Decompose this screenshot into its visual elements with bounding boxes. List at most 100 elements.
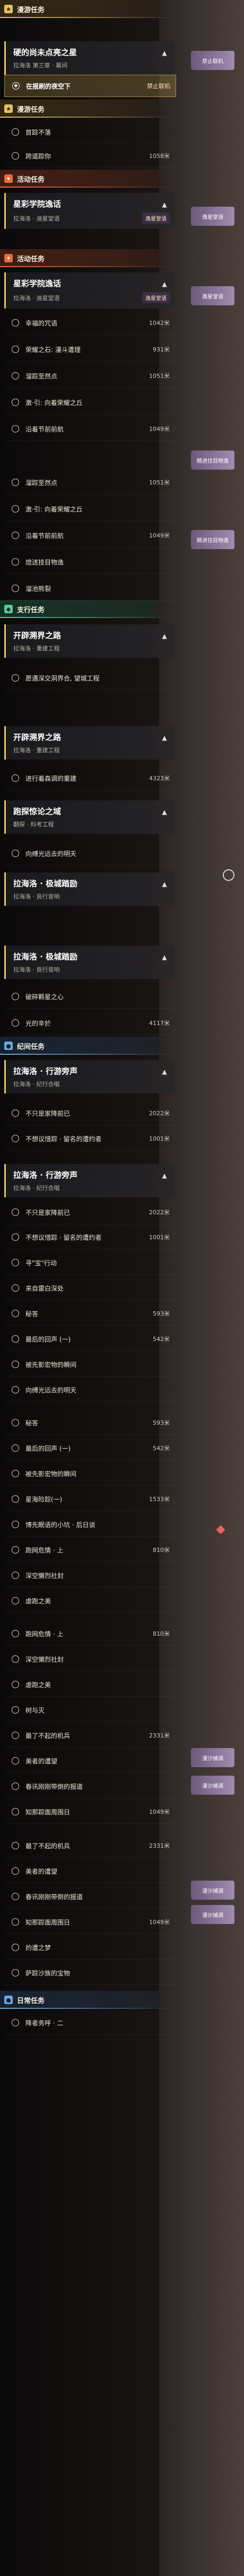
quest-step[interactable]: 首踪不落 [4, 120, 175, 144]
quest-row: 秘答 593米 [0, 1411, 244, 1435]
collapse-chevron-icon[interactable]: ▲ [159, 279, 170, 289]
quest-step[interactable]: 不只是家降前已 2022米 [4, 1101, 175, 1125]
quest-meta-row: 拉海洛 · 重建工程 [13, 644, 170, 652]
step-label: 深空懒烈社封 [25, 1572, 64, 1580]
collapse-chevron-icon[interactable]: ▲ [159, 733, 170, 743]
side-reward-tag[interactable]: 漫沙捕调 [191, 1881, 234, 1900]
quest-step[interactable]: 溜池熊裂 [4, 577, 175, 601]
quest-step[interactable]: 被先影宏物的瞬间 [4, 1462, 175, 1486]
quest-card[interactable]: 星彩学院逸话 拉海洛 · 迪星堂语 逸星堂语 ▲ [4, 193, 175, 229]
quest-card[interactable]: 硬的尚未点亮之星 拉海洛 第三章 · 幕间 ▲ [4, 41, 175, 75]
quest-step[interactable]: 进行着森调的重建 4323米 [4, 766, 175, 790]
step-label: 溜踪至然点 [25, 372, 58, 380]
side-reward-tag[interactable]: 逸星堂语 [191, 286, 234, 305]
quest-step[interactable]: 春讯刚刚带倒的报道 [4, 1775, 175, 1798]
section-header[interactable]: ● 日常任务 [0, 1991, 244, 2009]
side-reward-tag[interactable]: 禁止联机 [191, 51, 234, 70]
quest-card[interactable]: 拉海洛 · 行游旁声 拉海洛 · 纪行合唱 ▲ [4, 1060, 175, 1093]
quest-card[interactable]: 拉海洛 · 极城踏励 拉海洛 · 良行音响 ▲ [4, 872, 175, 906]
collapse-chevron-icon[interactable]: ▲ [159, 48, 170, 58]
quest-card[interactable]: 拉海洛 · 行游旁声 拉海洛 · 纪行合唱 ▲ [4, 1164, 175, 1197]
section-header[interactable]: ✦ 活动任务 [0, 170, 244, 188]
quest-step[interactable]: 博先眠语的小坑 · 后日谈 [4, 1513, 175, 1537]
quest-step[interactable]: 向缚光远去的明天 [4, 842, 175, 866]
quest-step[interactable]: 激·引: 向着荣耀之丘 [4, 391, 175, 414]
collapse-chevron-icon[interactable]: ▲ [159, 807, 170, 817]
step-distance: 2331米 [149, 1732, 170, 1739]
quest-card[interactable]: 跑探惊论之域 翻探 · 科考工程 ▲ [4, 800, 175, 834]
quest-step[interactable]: 深空懒烈社封 [4, 1564, 175, 1587]
quest-step[interactable]: 不想议惜踪 · 留名的遭约者 1001米 [4, 1127, 175, 1151]
quest-step[interactable]: 秘答 593米 [4, 1411, 175, 1435]
quest-step[interactable]: 幸福的咒语 1042米 [4, 311, 175, 335]
quest-step[interactable]: 溜踪至然点 1051米 [4, 471, 175, 495]
quest-step[interactable]: 树与灭 [4, 1698, 175, 1722]
quest-step[interactable]: 沿着节前前航 1049米 [4, 417, 175, 441]
quest-card[interactable]: 开辟溯界之路 拉海洛 · 重建工程 ▲ [4, 726, 175, 760]
side-reward-tag[interactable]: 精进住目物逸 [191, 530, 234, 549]
quest-step[interactable]: 最后的回声 (一) 542米 [4, 1436, 175, 1460]
quest-step[interactable]: 美者的遭望 [4, 1859, 175, 1883]
side-reward-tag[interactable]: 精进住目物逸 [191, 451, 234, 470]
quest-step[interactable]: 来自雷白深处 [4, 1276, 175, 1300]
quest-step[interactable]: 沿着节前前航 1049米 [4, 524, 175, 548]
quest-step[interactable]: 最了不起的机兵 2331米 [4, 1724, 175, 1748]
quest-step[interactable]: 不想议惜踪 · 留名的遭约者 1001米 [4, 1225, 175, 1249]
collapse-chevron-icon[interactable]: ▲ [159, 952, 170, 963]
quest-card[interactable]: 拉海洛 · 极城踏励 拉海洛 · 良行音响 ▲ [4, 946, 175, 979]
quest-row: 降者务呼 · 二 [0, 2011, 244, 2035]
collapse-chevron-icon[interactable]: ▲ [159, 1170, 170, 1181]
step-label: 跨道踪你 [25, 152, 51, 160]
side-reward-tag[interactable]: 漫沙捕调 [191, 1748, 234, 1767]
quest-step[interactable]: 被先影宏物的瞬间 [4, 1353, 175, 1377]
quest-step[interactable]: 虐跑之美 [4, 1589, 175, 1613]
section-header[interactable]: ◆ 支行任务 [0, 600, 244, 618]
quest-step[interactable]: 跨道踪你 1058米 [4, 144, 175, 168]
quest-row: 不只是家降前已 2022米 [0, 1201, 244, 1224]
section-header[interactable]: ✦ 活动任务 [0, 249, 244, 267]
quest-step[interactable]: 激·引: 向着荣耀之丘 [4, 497, 175, 521]
quest-step[interactable]: 光的辛於 4117米 [4, 1011, 175, 1035]
quest-step[interactable]: 深空懒烈社封 [4, 1647, 175, 1671]
quest-step[interactable]: 的遭之梦 [4, 1936, 175, 1960]
quest-step[interactable]: 知那踪面周围日 1049米 [4, 1910, 175, 1934]
quest-step[interactable]: 愿遇深交洞界合, 望城工程 [4, 666, 175, 690]
section-header[interactable]: ★ 漫游任务 [0, 0, 244, 18]
quest-step[interactable]: 最了不起的机兵 2331米 [4, 1834, 175, 1858]
section-header[interactable]: ● 纪间任务 [0, 1037, 244, 1055]
step-distance: 810米 [153, 1547, 170, 1554]
side-reward-tag[interactable]: 漫沙捕调 [191, 1905, 234, 1924]
quest-step[interactable]: ◆ 在报刷的夜空下 禁止联机 [4, 75, 176, 97]
step-label: 最后的回声 (一) [25, 1444, 71, 1452]
collapse-chevron-icon[interactable]: ▲ [159, 199, 170, 210]
quest-card[interactable]: 开辟溯界之路 拉海洛 · 重建工程 ▲ [4, 624, 175, 658]
quest-step[interactable]: 向缚光远去的明天 [4, 1378, 175, 1402]
quest-step[interactable]: 美者的遭望 [4, 1749, 175, 1773]
quest-row: 最了不起的机兵 2331米 [0, 1834, 244, 1858]
quest-step[interactable]: 春讯刚刚带倒的报道 [4, 1885, 175, 1909]
quest-step[interactable]: 星海险踪(一) 1533米 [4, 1487, 175, 1511]
quest-subtitle: 拉海洛 · 良行音响 [13, 966, 60, 973]
quest-step[interactable]: 熄送技目物逸 [4, 550, 175, 574]
quest-step[interactable]: 萨踪沙族的宝物 [4, 1961, 175, 1985]
quest-step[interactable]: 秘答 593米 [4, 1302, 175, 1326]
quest-step[interactable]: 虐跑之美 [4, 1673, 175, 1697]
quest-step[interactable]: 破碎颗星之心 [4, 985, 175, 1009]
quest-step[interactable]: 寻"宝"行动 [4, 1251, 175, 1275]
side-reward-tag[interactable]: 逸星堂语 [191, 207, 234, 226]
step-label: 向缚光远去的明天 [25, 1386, 77, 1394]
section-header[interactable]: ★ 漫游任务 [0, 100, 244, 118]
quest-step[interactable]: 降者务呼 · 二 [4, 2011, 175, 2035]
collapse-chevron-icon[interactable]: ▲ [159, 1066, 170, 1077]
quest-step[interactable]: 荣耀之石: 漫斗遭理 931米 [4, 338, 175, 361]
quest-step[interactable]: 不只是家降前已 2022米 [4, 1201, 175, 1224]
quest-step[interactable]: 溜踪至然点 1051米 [4, 364, 175, 388]
quest-step[interactable]: 跑网危情 · 上 810米 [4, 1622, 175, 1646]
collapse-chevron-icon[interactable]: ▲ [159, 631, 170, 641]
collapse-chevron-icon[interactable]: ▲ [159, 879, 170, 889]
quest-step[interactable]: 跑网危情 · 上 810米 [4, 1538, 175, 1562]
quest-step[interactable]: 知那踪面周围日 1049米 [4, 1800, 175, 1824]
quest-step[interactable]: 最后的回声 (一) 542米 [4, 1327, 175, 1351]
quest-card[interactable]: 星彩学院逸话 拉海洛 · 迪星堂语 逸星堂语 ▲ [4, 272, 175, 308]
side-reward-tag[interactable]: 漫沙捕调 [191, 1776, 234, 1795]
